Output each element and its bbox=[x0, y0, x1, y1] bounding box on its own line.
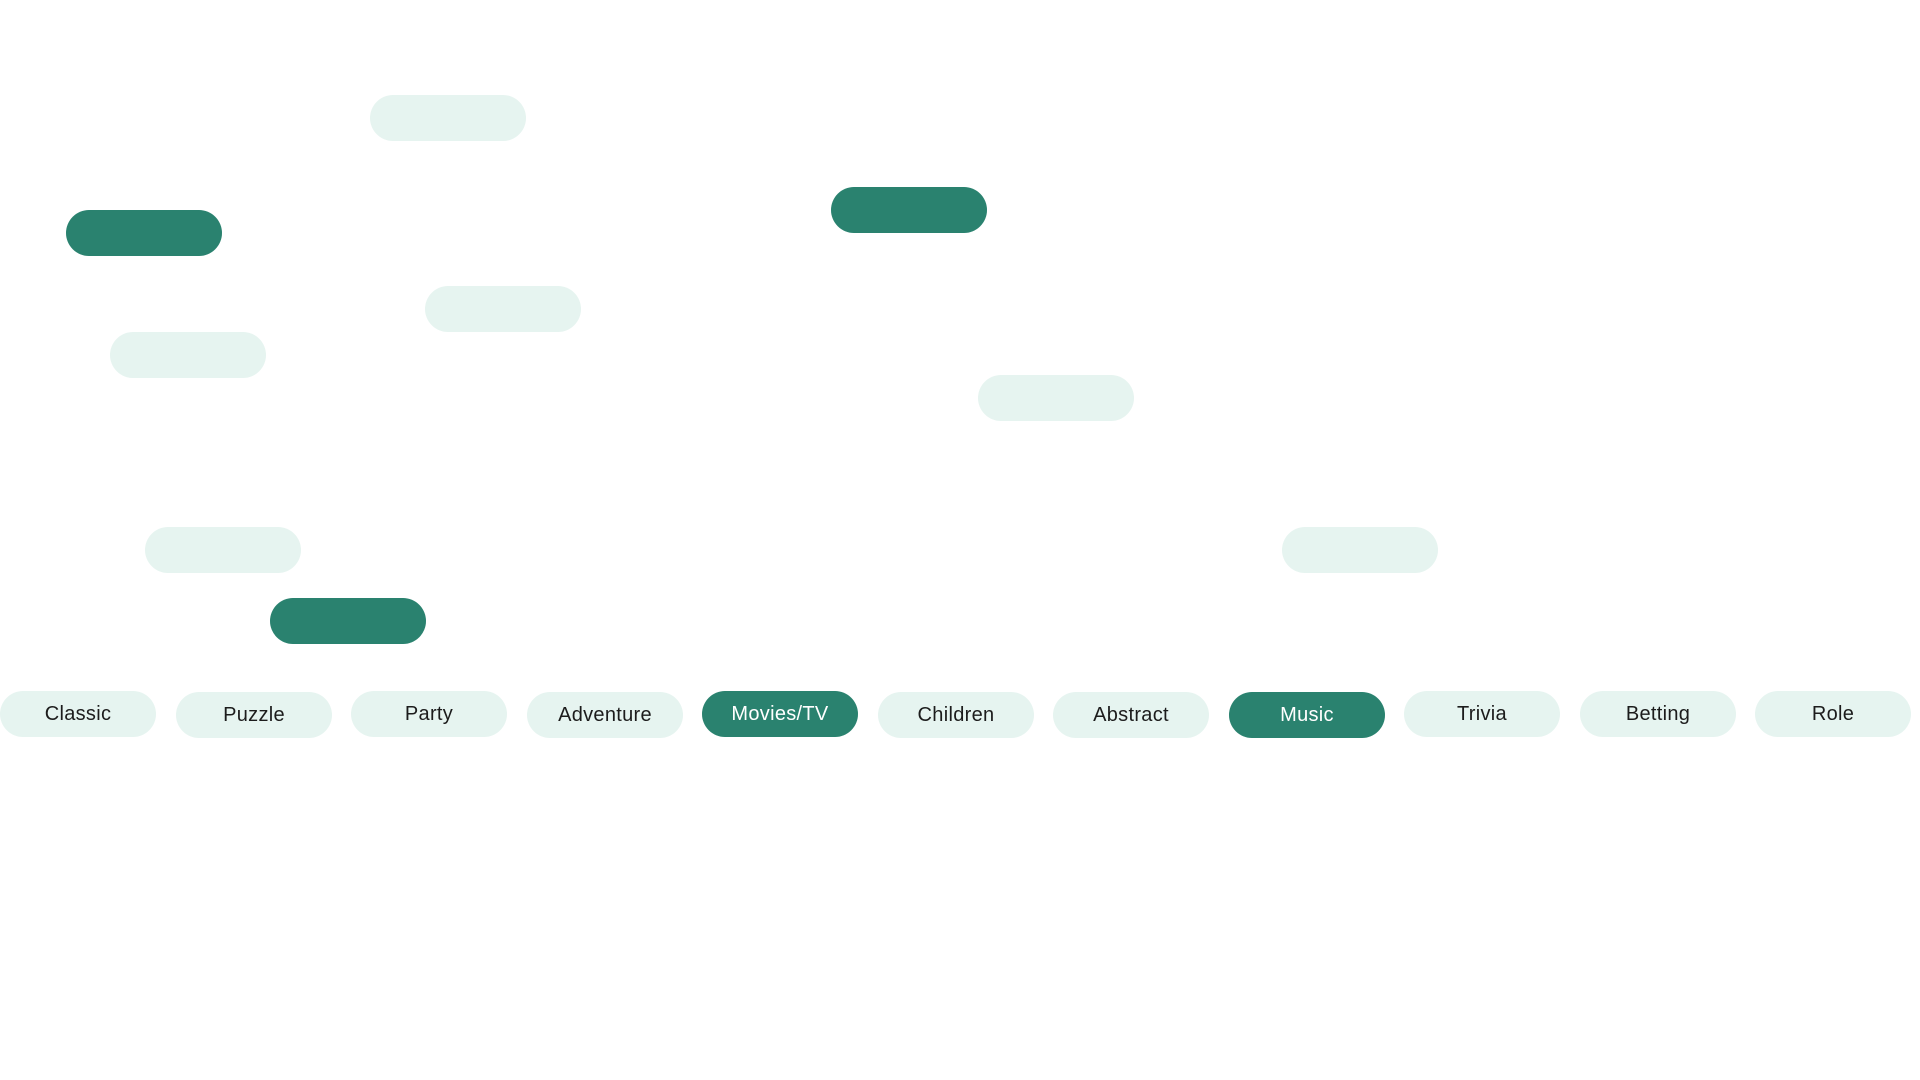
category-chip-label: Abstract bbox=[1093, 703, 1169, 726]
category-chip-label: Puzzle bbox=[223, 703, 285, 726]
floating-chip[interactable] bbox=[978, 375, 1134, 421]
floating-chip[interactable] bbox=[145, 527, 301, 573]
category-chip-label: Betting bbox=[1625, 702, 1691, 725]
category-chip-betting[interactable]: Betting bbox=[1580, 691, 1736, 737]
category-chip-classic[interactable]: Classic bbox=[0, 691, 156, 737]
category-chip-abstract[interactable]: Abstract bbox=[1053, 692, 1209, 738]
floating-chip-selected[interactable] bbox=[831, 187, 987, 233]
category-chip-party[interactable]: Party bbox=[351, 691, 507, 737]
category-chip-label: Music bbox=[1280, 703, 1334, 726]
chip-canvas: Classic Puzzle Party Adventure Movies/TV… bbox=[0, 0, 1920, 1080]
category-chip-adventure[interactable]: Adventure bbox=[527, 692, 683, 738]
category-chip-children[interactable]: Children bbox=[878, 692, 1034, 738]
floating-chip[interactable] bbox=[370, 95, 526, 141]
category-chip-label: Classic bbox=[44, 702, 112, 725]
category-chip-puzzle[interactable]: Puzzle bbox=[176, 692, 332, 738]
floating-chip-selected[interactable] bbox=[66, 210, 222, 256]
floating-chip[interactable] bbox=[425, 286, 581, 332]
category-chip-label: Adventure bbox=[558, 703, 652, 726]
floating-chip[interactable] bbox=[1282, 527, 1438, 573]
floating-chip[interactable] bbox=[110, 332, 266, 378]
category-chip-movies-tv[interactable]: Movies/TV bbox=[702, 691, 858, 737]
category-chip-label: Role bbox=[1811, 702, 1855, 725]
category-chip-label: Children bbox=[917, 703, 995, 726]
category-chip-role[interactable]: Role bbox=[1755, 691, 1911, 737]
floating-chip-selected[interactable] bbox=[270, 598, 426, 644]
category-chip-music[interactable]: Music bbox=[1229, 692, 1385, 738]
category-chip-label: Movies/TV bbox=[731, 702, 829, 725]
category-chip-label: Trivia bbox=[1457, 702, 1507, 725]
category-chip-trivia[interactable]: Trivia bbox=[1404, 691, 1560, 737]
category-chip-label: Party bbox=[404, 702, 454, 725]
